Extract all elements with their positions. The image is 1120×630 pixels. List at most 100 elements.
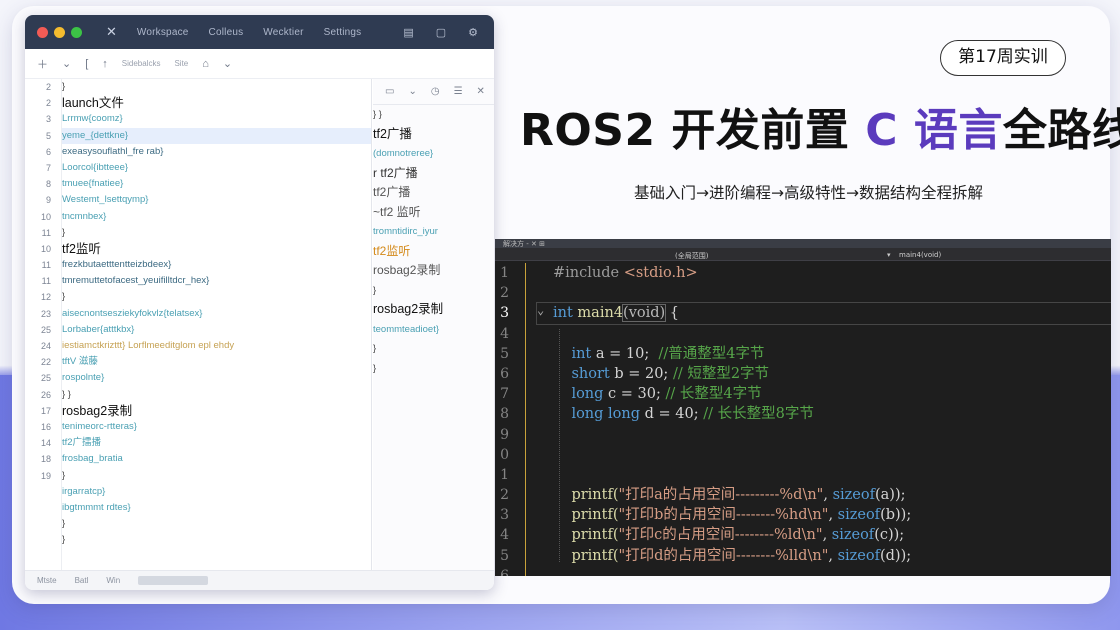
menu-item-workspace[interactable]: Workspace — [137, 27, 189, 38]
panel-item[interactable]: } } — [373, 105, 494, 125]
panel-item[interactable]: tromntidirc_iyur — [373, 222, 494, 242]
code-line-current: int main4(void) { — [536, 302, 1111, 325]
settings-icon[interactable]: ⚙ — [468, 26, 478, 39]
tree-item[interactable]: Lrrmw{coomz} — [62, 111, 371, 127]
status-item: Mtste — [37, 576, 57, 585]
line-number: 25 — [40, 324, 51, 335]
tree-item[interactable]: tenimeorc-rtteras} — [62, 419, 371, 435]
tree-item[interactable]: rospolnte} — [62, 370, 371, 386]
tree-item[interactable]: } } — [62, 387, 371, 403]
close-dot[interactable] — [37, 26, 48, 38]
line-number: 22 — [40, 357, 51, 368]
panel-item[interactable]: r tf2广播 — [373, 164, 494, 184]
tree-item[interactable]: } — [62, 532, 371, 548]
line-number: 25 — [40, 373, 51, 384]
calendar-icon[interactable]: ▭ — [385, 86, 394, 97]
tree-section-heading[interactable]: launch文件 — [62, 95, 371, 111]
line-number: 12 — [40, 292, 51, 303]
tree-item[interactable]: } — [62, 225, 371, 241]
tree-item[interactable]: yeme_{dettkne} — [62, 127, 371, 144]
line-number: 19 — [40, 470, 51, 481]
tree-item[interactable]: iestiamctkrizttt} Lorflmeeditglom epl eh… — [62, 338, 371, 354]
panel-item[interactable]: tf2广播 — [373, 125, 494, 145]
change-marker-bar — [525, 263, 526, 576]
editor-tab[interactable]: 解决方 - ✕ ⊞ — [503, 239, 545, 249]
tree-item[interactable]: } — [62, 289, 371, 305]
tree-item[interactable]: Lorbaber{atttkbx} — [62, 322, 371, 338]
status-item: Batl — [74, 576, 89, 585]
editor-line-number: 9 — [500, 426, 509, 443]
tree-item[interactable]: tftV 滋藤 — [62, 354, 371, 370]
function-dropdown[interactable]: main4(void) — [899, 251, 941, 259]
panel-item[interactable]: } — [373, 339, 494, 359]
panel-item[interactable]: tf2监听 — [373, 242, 494, 262]
line-number: 11 — [41, 260, 51, 271]
panel-item[interactable]: rosbag2录制 — [373, 261, 494, 281]
tree-item[interactable]: exeasysouflathl_fre rab} — [62, 144, 371, 160]
panel-item[interactable]: } — [373, 281, 494, 301]
tree-item[interactable]: aisecnontsesziekyfokvlz{telatsex} — [62, 306, 371, 322]
code-line: long long d = 40; // 长长整型8字节 — [571, 406, 814, 423]
line-number: 9 — [45, 195, 51, 206]
line-number: 23 — [40, 308, 51, 319]
chevron-down-icon[interactable]: ▾ — [887, 251, 891, 259]
line-number: 8 — [45, 179, 51, 190]
tree-item[interactable]: tmremuttetofacest_yeuifilltdcr_hex} — [62, 273, 371, 289]
editor-line-number: 4 — [500, 325, 509, 342]
tree-item[interactable]: tf2广擂播 — [62, 435, 371, 451]
editor-line-number: 2 — [500, 487, 509, 504]
editor-line-number: 6 — [500, 365, 509, 382]
panel-item[interactable]: teommteadioet} — [373, 320, 494, 340]
window-icon[interactable]: ▢ — [436, 26, 446, 39]
lock-icon[interactable]: ⌂ — [202, 58, 209, 70]
chevron-down-icon[interactable]: ⌄ — [62, 57, 71, 70]
bracket-icon[interactable]: [ — [85, 58, 88, 70]
title-accent: C 语言 — [865, 105, 1003, 156]
side-panel: ▭ ⌄ ◷ ☰ ✕ ⊥ } } tf2广播 (domnotreree} r tf… — [373, 79, 494, 570]
upload-icon[interactable]: ↑ — [102, 58, 108, 70]
tree-item[interactable]: frezkbutaetttentteizbdeex} — [62, 257, 371, 273]
editor-line-number: 1 — [500, 466, 509, 483]
line-number: 11 — [41, 276, 51, 287]
panel-item[interactable]: (domnotreree} — [373, 144, 494, 164]
tree-item[interactable]: tmuee{fnatiee} — [62, 176, 371, 192]
chevron-down-icon[interactable]: ⌄ — [223, 57, 232, 70]
tree-item[interactable]: Loorcol{ibtteee} — [62, 160, 371, 176]
panel-item[interactable]: ~tf2 监听 — [373, 203, 494, 223]
close-icon[interactable]: ✕ — [477, 86, 485, 97]
tree-item[interactable]: frosbag_bratia — [62, 451, 371, 467]
page-title: ROS2 开发前置 C 语言全路线 — [520, 94, 1120, 158]
code-area[interactable]: 1234567890123456 ⌄ #include <stdio.h> in… — [495, 263, 1111, 576]
menu-item-wecktier[interactable]: Wecktier — [263, 27, 303, 38]
tree-item[interactable]: irgarratcp} — [62, 484, 371, 500]
tree-section-heading[interactable]: tf2监听 — [62, 241, 371, 257]
scope-dropdown[interactable]: (全局范围) — [675, 251, 708, 261]
tree-item[interactable]: tncmnbex} — [62, 209, 371, 225]
list-icon[interactable]: ☰ — [454, 86, 463, 97]
add-icon[interactable]: ＋ — [37, 56, 48, 72]
tree-section-heading[interactable]: rosbag2录制 — [62, 403, 371, 419]
line-number: 11 — [41, 227, 51, 238]
line-number: 14 — [40, 438, 51, 449]
panel-item[interactable]: rosbag2录制 — [373, 300, 494, 320]
maximize-dot[interactable] — [71, 26, 82, 38]
tree-item[interactable]: } — [62, 79, 371, 95]
clock-icon[interactable]: ◷ — [431, 86, 440, 97]
menu-item-settings[interactable]: Settings — [324, 27, 362, 38]
ide-titlebar: ✕ Workspace Colleus Wecktier Settings ▤ … — [25, 15, 494, 49]
close-icon[interactable]: ✕ — [106, 24, 117, 40]
chevron-down-icon[interactable]: ⌄ — [408, 86, 416, 97]
layout-icon[interactable]: ▤ — [403, 26, 413, 39]
panel-item[interactable]: tf2广播 — [373, 183, 494, 203]
editor-line-number: 2 — [500, 285, 509, 302]
file-tree: } launch文件 Lrrmw{coomz} yeme_{dettkne} ex… — [62, 79, 372, 570]
tree-item[interactable]: } — [62, 516, 371, 532]
tree-item[interactable]: ibgtmmmt rdtes} — [62, 500, 371, 516]
menu-item-colleus[interactable]: Colleus — [209, 27, 244, 38]
tree-item[interactable]: } — [62, 468, 371, 484]
tree-item[interactable]: Westemt_lsettqymp} — [62, 192, 371, 208]
minimize-dot[interactable] — [54, 26, 65, 38]
panel-item[interactable]: } — [373, 359, 494, 379]
panel-toolbar: ▭ ⌄ ◷ ☰ ✕ ⊥ — [373, 79, 494, 105]
